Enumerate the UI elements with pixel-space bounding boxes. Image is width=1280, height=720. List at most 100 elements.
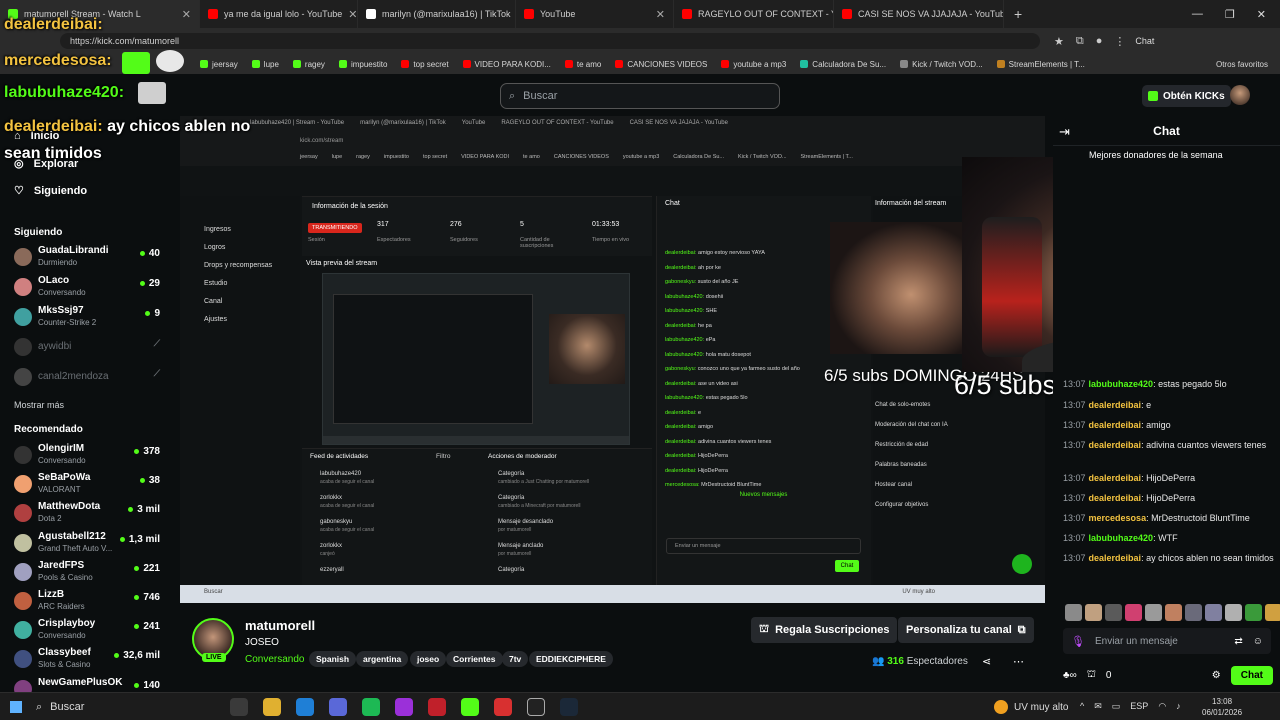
kick-app-icon[interactable] (461, 698, 479, 716)
chat-message[interactable]: 13:07 mercedesosa: MrDestructoid BluntTim… (1063, 512, 1275, 525)
emoji-icon[interactable]: ☺ (1253, 636, 1271, 647)
canva-icon[interactable] (395, 698, 413, 716)
chat-message[interactable]: 13:07 dealerdeibai: ay chicos ablen no se… (1063, 552, 1275, 565)
sidebar-channel[interactable]: SeBaPoWa VALORANT 38 (14, 471, 164, 499)
app-red-icon[interactable] (428, 698, 446, 716)
file-explorer-icon[interactable] (263, 698, 281, 716)
bookmark-item[interactable]: impuestito (338, 60, 387, 69)
customize-channel-button[interactable]: Personaliza tu canal ⧉ (898, 617, 1034, 643)
browser-tab[interactable]: ya me da igual lolo - YouTube ✕ (200, 0, 358, 28)
stream-tag[interactable]: Spanish (309, 651, 357, 667)
maximize-icon[interactable]: ❐ (1225, 8, 1235, 21)
bookmark-item[interactable]: VIDEO PARA KODI... (462, 60, 551, 69)
chat-message[interactable]: 13:07 dealerdeibai: HijoDePerra (1063, 492, 1275, 505)
mail-icon[interactable]: ✉ (1094, 701, 1102, 712)
sidebar-channel[interactable]: OLaco Conversando 29 (14, 274, 164, 302)
share-icon[interactable]: ⋖ (982, 655, 991, 668)
browser-chat-button[interactable]: Chat (1135, 36, 1154, 46)
sidebar-channel[interactable]: GuadaLibrandi Durmiendo 40 (14, 244, 164, 272)
nav-following[interactable]: ♡ Siguiendo (14, 184, 87, 198)
user-avatar[interactable] (1230, 85, 1250, 105)
chat-message[interactable]: 13:07 dealerdeibai: adivina cuantos viewe… (1063, 439, 1275, 452)
bookmark-item[interactable]: lupe (251, 60, 279, 69)
bookmark-item[interactable]: jeersay (200, 60, 238, 69)
emote-icon[interactable] (1205, 604, 1222, 621)
search-input[interactable]: ⌕ Buscar (500, 83, 780, 109)
volume-icon[interactable]: ♪ (1176, 701, 1181, 712)
bookmark-item[interactable]: youtube a mp3 (721, 60, 786, 69)
other-bookmarks[interactable]: Otros favoritos (1216, 60, 1280, 69)
channel-name[interactable]: matumorell (245, 618, 315, 633)
sidebar-channel[interactable]: OlengirIM Conversando 378 (14, 442, 164, 470)
chat-message[interactable]: 13:07 labubuhaze420: WTF (1063, 532, 1275, 545)
chat-message[interactable]: 13:07 dealerdeibai: amigo (1063, 419, 1275, 432)
stream-tag[interactable]: EDDIEKCIPHERE (529, 651, 613, 667)
stream-tag[interactable]: 7tv (502, 651, 529, 667)
menu-icon[interactable]: ⋮ (1114, 35, 1125, 48)
bookmark-item[interactable]: StreamElements | T... (996, 60, 1085, 69)
bookmark-item[interactable]: Kick / Twitch VOD... (900, 60, 983, 69)
emote-icon[interactable] (1065, 604, 1082, 621)
emote-icon[interactable] (1145, 604, 1162, 621)
stream-tag[interactable]: argentina (356, 651, 409, 667)
emote-icon[interactable] (1165, 604, 1182, 621)
tab-close-icon[interactable]: ✕ (182, 8, 191, 21)
browser-tab[interactable]: CASI SE NOS VA JJAJAJA - YouTub✕ (834, 0, 1004, 28)
chat-message[interactable]: 13:07 dealerdeibai: HijoDePerra (1063, 472, 1275, 485)
new-tab-button[interactable]: + (1004, 6, 1032, 22)
points-icon[interactable]: ♣∞ (1063, 670, 1077, 681)
url-field[interactable]: https://kick.com/matumorell (60, 33, 1040, 49)
bookmark-item[interactable]: ragey (292, 60, 325, 69)
steam-icon[interactable] (560, 698, 578, 716)
tab-close-icon[interactable]: ✕ (348, 8, 357, 21)
sidebar-channel[interactable]: Crisplayboy Conversando 241 (14, 617, 164, 645)
mic-icon[interactable]: 🎙 (1071, 635, 1085, 648)
chat-settings-icon[interactable]: ⚙ (1212, 670, 1221, 681)
bookmark-item[interactable]: te amo (564, 60, 601, 69)
chat-input[interactable]: 🎙 Enviar un mensaje ⇄ ☺ (1063, 628, 1271, 654)
sidebar-channel[interactable]: MatthewDota Dota 2 3 mil (14, 500, 164, 528)
sidebar-channel[interactable]: Classybeef Slots & Casino 32,6 mil (14, 646, 164, 674)
stream-video[interactable]: labubuhaze420 | Stream - YouTube marilyn … (180, 116, 1045, 603)
show-more-link[interactable]: Mostrar más (14, 400, 64, 410)
chat-username[interactable]: dealerdeibai (1089, 400, 1142, 410)
chat-username[interactable]: dealerdeibai (1089, 493, 1142, 503)
profile-icon[interactable]: ● (1096, 35, 1103, 48)
edge-icon[interactable] (296, 698, 314, 716)
close-icon[interactable]: ✕ (1257, 8, 1266, 21)
lang-label[interactable]: ESP (1130, 701, 1148, 712)
sidebar-channel[interactable]: JaredFPS Pools & Casino 221 (14, 559, 164, 587)
taskbar-clock[interactable]: 13:08 06/01/2026 (1202, 696, 1242, 718)
browser-tab[interactable]: marilyn (@marixulaa16) | TikTok✕ (358, 0, 516, 28)
emote-icon[interactable] (1125, 604, 1142, 621)
bookmark-item[interactable]: CANCIONES VIDEOS (615, 60, 707, 69)
task-view-icon[interactable] (230, 698, 248, 716)
gift-icon[interactable]: ⛫ (1087, 669, 1096, 682)
emote-icon[interactable] (1085, 604, 1102, 621)
chat-username[interactable]: dealerdeibai (1089, 553, 1142, 563)
sidebar-channel[interactable]: MksSsj97 Counter-Strike 2 9 (14, 304, 164, 332)
chat-username[interactable]: dealerdeibai (1089, 420, 1142, 430)
translate-icon[interactable]: ⇄ (1234, 636, 1242, 647)
gift-subs-button[interactable]: ⛫ Regala Suscripciones (751, 617, 898, 643)
emote-icon[interactable] (1265, 604, 1280, 621)
chrome-profile-icon[interactable] (329, 698, 347, 716)
chat-message[interactable]: 13:07 labubuhaze420: estas pegado 5lo (1063, 378, 1275, 391)
stream-category[interactable]: Conversando (245, 654, 304, 665)
bookmark-item[interactable]: top secret (401, 60, 449, 69)
chat-message[interactable]: 13:07 dealerdeibai: e (1063, 399, 1275, 412)
emote-icon[interactable] (1245, 604, 1262, 621)
browser-tab[interactable]: RAGEYLO OUT OF CONTEXT - You✕ (674, 0, 834, 28)
chat-send-button[interactable]: Chat (1230, 665, 1273, 685)
emote-icon[interactable] (1225, 604, 1242, 621)
taskbar-weather[interactable]: UV muy alto (994, 700, 1068, 714)
sidebar-channel[interactable]: Agustabell212 Grand Theft Auto V... 1,3 mi… (14, 530, 164, 558)
sidebar-channel[interactable]: LizzB ARC Raiders 746 (14, 588, 164, 616)
battery-icon[interactable]: ▭ (1112, 701, 1121, 712)
browser-tab[interactable]: YouTube ✕ (516, 0, 674, 28)
emote-icon[interactable] (1105, 604, 1122, 621)
stream-tag[interactable]: Corrientes (446, 651, 503, 667)
extensions-icon[interactable]: ⧉ (1076, 35, 1084, 48)
spotify-icon[interactable] (362, 698, 380, 716)
get-kicks-button[interactable]: Obtén KICKs (1142, 85, 1231, 107)
